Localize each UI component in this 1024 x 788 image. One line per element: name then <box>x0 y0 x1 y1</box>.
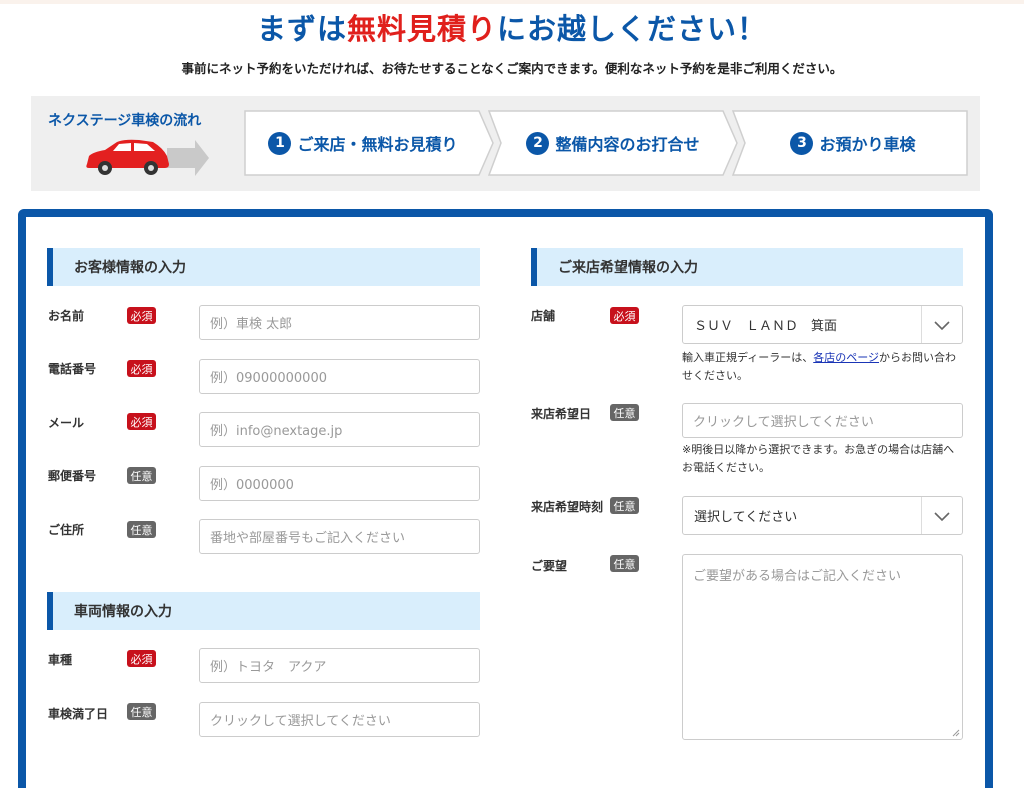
optional-badge: 任意 <box>127 467 156 484</box>
visit-date-label: 来店希望日 <box>531 407 592 421</box>
address-label: ご住所 <box>48 523 85 537</box>
flow-step-1: 1 ご来店・無料お見積り <box>244 110 494 176</box>
optional-badge: 任意 <box>610 497 639 514</box>
flow-step-2: 2 整備内容のお打合せ <box>488 110 738 176</box>
select-divider <box>921 306 922 343</box>
phone-label: 電話番号 <box>48 362 97 376</box>
select-divider <box>921 497 922 534</box>
resize-grip-icon[interactable] <box>951 728 960 737</box>
required-badge: 必須 <box>127 650 156 667</box>
postal-code-input[interactable]: 例）0000000 <box>199 466 480 501</box>
store-select[interactable]: ＳＵＶ ＬＡＮＤ 箕面 <box>682 305 963 344</box>
required-badge: 必須 <box>127 360 156 377</box>
inspection-expiry-label: 車検満了日 <box>48 707 109 721</box>
name-input[interactable]: 例）車検 太郎 <box>199 305 480 340</box>
visit-time-selected-value: 選択してください <box>694 510 798 525</box>
inspection-flow-banner: ネクステージ車検の流れ 1 ご来店・無料お見積り 2 整備内容のお打合せ 3 お… <box>31 96 980 191</box>
step-number-2-icon: 2 <box>526 131 550 155</box>
title-part1: まずは <box>256 12 347 46</box>
name-label: お名前 <box>48 309 85 323</box>
optional-badge: 任意 <box>127 521 156 538</box>
chevron-down-icon <box>934 512 950 522</box>
phone-input[interactable]: 例）09000000000 <box>199 359 480 394</box>
top-accent-line <box>0 0 1024 4</box>
store-selected-value: ＳＵＶ ＬＡＮＤ 箕面 <box>694 319 838 334</box>
store-label: 店舗 <box>531 309 556 323</box>
visit-info-heading: ご来店希望情報の入力 <box>531 248 963 286</box>
step-label-2: 整備内容のお打合せ <box>555 135 700 154</box>
page-subtitle: 事前にネット予約をいただければ、お待たせすることなくご案内できます。便利なネット… <box>181 61 843 76</box>
car-model-label: 車種 <box>48 653 73 667</box>
optional-badge: 任意 <box>610 404 639 421</box>
flow-title: ネクステージ車検の流れ <box>48 113 202 129</box>
address-input[interactable]: 番地や部屋番号もご記入ください <box>199 519 480 554</box>
step-number-3-icon: 3 <box>790 131 814 155</box>
title-part2: にお越しください！ <box>497 12 768 46</box>
flow-step-3: 3 お預かり車検 <box>732 110 968 176</box>
vehicle-info-heading: 車両情報の入力 <box>47 592 480 630</box>
car-icon <box>86 139 209 176</box>
visit-time-label: 来店希望時刻 <box>531 500 604 514</box>
customer-info-heading: お客様情報の入力 <box>47 248 480 286</box>
request-placeholder: ご要望がある場合はご記入ください <box>693 569 902 584</box>
page-title: まずは無料見積りにお越しください！ <box>0 6 1024 48</box>
required-badge: 必須 <box>127 413 156 430</box>
visit-time-select[interactable]: 選択してください <box>682 496 963 535</box>
step-number-1-icon: 1 <box>268 131 292 155</box>
request-textarea[interactable]: ご要望がある場合はご記入ください <box>682 554 963 740</box>
optional-badge: 任意 <box>610 555 639 572</box>
visit-date-picker[interactable]: クリックして選択してください <box>682 403 963 438</box>
visit-date-note: ※明後日以降から選択できます。お急ぎの場合は店舗へお電話ください。 <box>682 443 955 474</box>
step-label-3: お預かり車検 <box>819 135 916 154</box>
chevron-down-icon <box>934 321 950 331</box>
store-pages-link[interactable]: 各店のページ <box>813 351 879 364</box>
email-input[interactable]: 例）info@nextage.jp <box>199 412 480 447</box>
title-highlight: 無料見積り <box>346 12 497 46</box>
car-model-input[interactable]: 例）トヨタ アクア <box>199 648 480 683</box>
request-label: ご要望 <box>531 559 568 573</box>
optional-badge: 任意 <box>127 703 156 720</box>
required-badge: 必須 <box>127 307 156 324</box>
email-label: メール <box>48 416 85 430</box>
step-label-1: ご来店・無料お見積り <box>297 135 458 154</box>
inspection-expiry-date-picker[interactable]: クリックして選択してください <box>199 702 480 737</box>
postal-code-label: 郵便番号 <box>48 469 97 483</box>
required-badge: 必須 <box>610 307 639 324</box>
store-note: 輸入車正規ディーラーは、各店のページからお問い合わせください。 <box>682 351 957 382</box>
